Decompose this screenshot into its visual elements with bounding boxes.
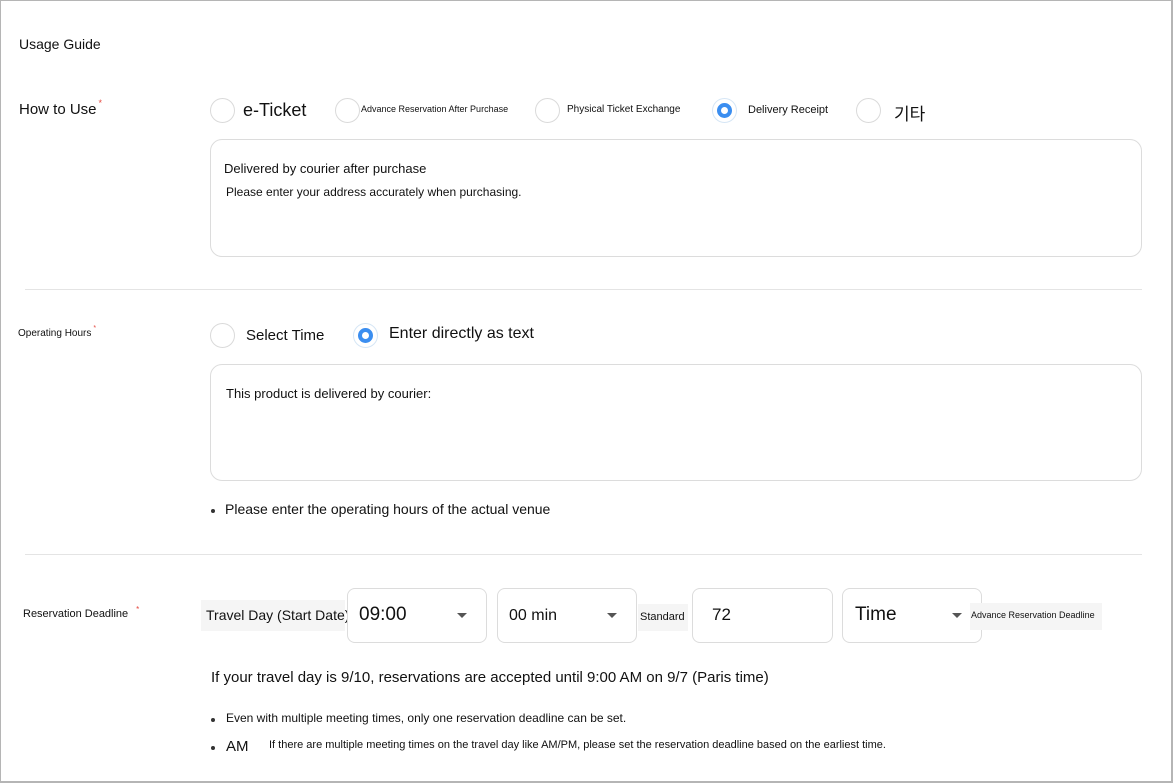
radio-select-time[interactable] bbox=[210, 323, 235, 348]
chevron-down-icon bbox=[952, 613, 962, 618]
option-select-time-label: Select Time bbox=[246, 327, 325, 344]
bullet bbox=[211, 509, 215, 513]
option-other-label: 기타 bbox=[894, 105, 926, 125]
radio-advance-reservation[interactable] bbox=[335, 98, 360, 123]
section-title: Usage Guide bbox=[19, 36, 101, 52]
operating-hours-text: This product is delivered by courier: bbox=[226, 386, 432, 401]
radio-physical-ticket[interactable] bbox=[535, 98, 560, 123]
how-to-use-text-line2: Please enter your address accurately whe… bbox=[226, 185, 522, 199]
option-delivery-receipt-label: Delivery Receipt bbox=[748, 104, 829, 116]
radio-other[interactable] bbox=[856, 98, 881, 123]
operating-hours-label: Operating Hours * bbox=[18, 325, 97, 339]
deadline-note-2: If there are multiple meeting times on t… bbox=[269, 739, 886, 751]
unit-select-value: Time bbox=[855, 604, 897, 625]
deadline-amount-value: 72 bbox=[712, 605, 731, 624]
option-advance-reservation-label: Advance Reservation After Purchase bbox=[361, 104, 509, 114]
chevron-down-icon bbox=[607, 613, 617, 618]
operating-hours-textarea[interactable] bbox=[210, 364, 1142, 481]
required-mark: * bbox=[93, 325, 97, 332]
option-e-ticket-label: e-Ticket bbox=[243, 100, 307, 120]
required-mark: * bbox=[98, 98, 103, 108]
chevron-down-icon bbox=[457, 613, 467, 618]
option-physical-ticket-label: Physical Ticket Exchange bbox=[567, 104, 681, 115]
reservation-deadline-label: Reservation Deadline * bbox=[23, 605, 140, 620]
radio-e-ticket[interactable] bbox=[210, 98, 235, 123]
divider bbox=[25, 554, 1142, 555]
travel-day-label: Travel Day (Start Date) bbox=[206, 607, 350, 623]
radio-delivery-receipt[interactable] bbox=[712, 98, 737, 123]
deadline-example: If your travel day is 9/10, reservations… bbox=[211, 669, 769, 686]
minute-select-value: 00 min bbox=[509, 607, 558, 624]
divider bbox=[25, 289, 1142, 290]
how-to-use-text-line1: Delivered by courier after purchase bbox=[224, 161, 427, 176]
advance-deadline-label: Advance Reservation Deadline bbox=[971, 610, 1095, 620]
bullet bbox=[211, 718, 215, 722]
bullet bbox=[211, 746, 215, 750]
option-enter-text-label: Enter directly as text bbox=[389, 325, 534, 342]
deadline-note-2-prefix: AM bbox=[226, 738, 249, 755]
required-mark: * bbox=[136, 605, 140, 614]
radio-enter-text[interactable] bbox=[353, 323, 378, 348]
standard-label: Standard bbox=[640, 611, 685, 623]
hour-select-value: 09:00 bbox=[359, 604, 407, 625]
how-to-use-label: How to Use * bbox=[19, 98, 103, 118]
operating-hours-note: Please enter the operating hours of the … bbox=[225, 501, 551, 517]
deadline-note-1: Even with multiple meeting times, only o… bbox=[226, 711, 627, 725]
